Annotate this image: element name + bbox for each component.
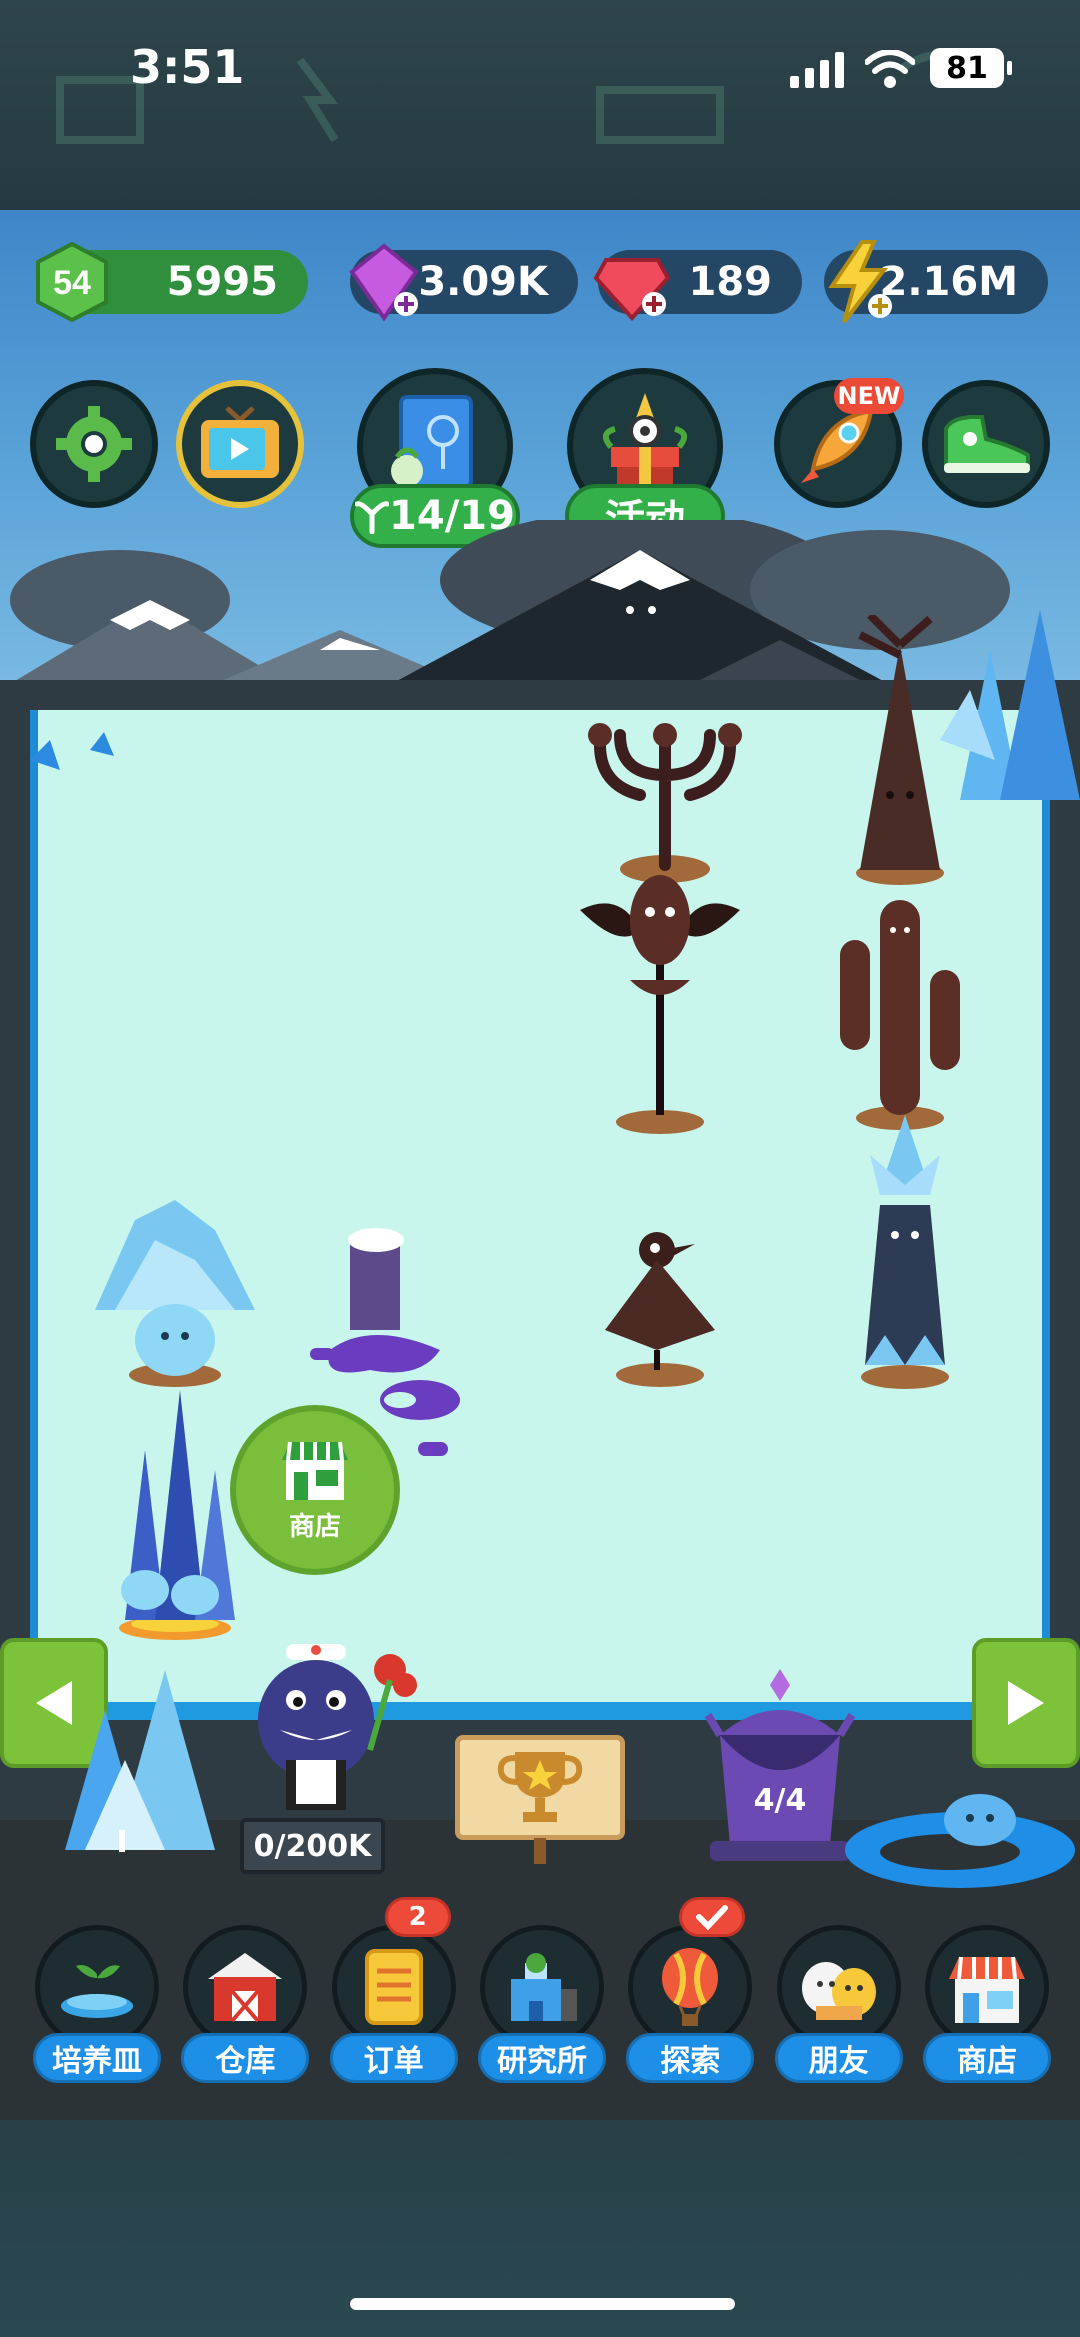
ice-trees-decoration — [65, 1670, 215, 1852]
home-indicator[interactable] — [350, 2298, 735, 2310]
dock-research-lab-circle — [479, 1925, 604, 2049]
ice-shards-decoration — [30, 732, 114, 770]
dock-friends-label: 朋友 — [774, 2033, 903, 2083]
ice-mushroom-plant[interactable] — [95, 1200, 255, 1390]
dock-explore-circle — [628, 1925, 753, 2049]
sneaker-icon — [944, 415, 1030, 473]
level-hexagon-icon: 54 — [36, 242, 108, 322]
red-gem-counter[interactable]: 189 — [593, 250, 802, 321]
barn-icon — [208, 1953, 283, 2023]
garden-shop-label: 商店 — [288, 1511, 341, 1542]
dock-explore[interactable]: 探索 — [625, 1897, 755, 2095]
video-ad-button[interactable] — [176, 380, 304, 508]
dock-friends[interactable]: 朋友 — [774, 1925, 904, 2095]
red-gem-icon — [593, 258, 671, 321]
dock-warehouse-circle — [183, 1925, 308, 2049]
trophy-sign-button[interactable] — [455, 1735, 625, 1840]
dock-orders[interactable]: 2 订单 — [329, 1897, 459, 2095]
orders-badge: 2 — [384, 1897, 451, 1937]
dock-shop[interactable]: 商店 — [922, 1925, 1052, 2095]
ice-tower-plant[interactable] — [850, 1115, 960, 1390]
shop-icon — [282, 1441, 348, 1500]
dock-friends-circle — [776, 1925, 901, 2049]
balloon-icon — [662, 1948, 719, 2026]
lightning-icon — [828, 240, 892, 324]
dock-explore-label: 探索 — [626, 2033, 755, 2083]
gear-icon — [56, 406, 132, 482]
background-pattern — [56, 51, 983, 144]
dock-research-lab[interactable]: 研究所 — [477, 1925, 607, 2095]
dock-orders-circle — [331, 1925, 456, 2049]
dark-tree-plant[interactable] — [840, 615, 960, 885]
dock-warehouse[interactable]: 仓库 — [180, 1925, 310, 2095]
order-scroll-icon — [364, 1949, 423, 2025]
maid-counter: 0/200K — [240, 1818, 385, 1874]
friends-icon — [801, 1962, 876, 2020]
purple-gem-icon — [349, 243, 419, 322]
purple-gem-value: 3.09K — [418, 259, 548, 305]
blue-crystal-plant[interactable] — [105, 1390, 245, 1640]
crow-plant[interactable] — [595, 1220, 725, 1390]
dock-research-lab-label: 研究所 — [477, 2033, 606, 2083]
status-time: 3:51 — [130, 40, 245, 94]
new-badge: NEW — [834, 378, 904, 414]
candelabra-plant[interactable] — [580, 705, 750, 885]
dock-shop-label: 商店 — [922, 2033, 1051, 2083]
dock-petri-dish-label: 培养皿 — [33, 2033, 161, 2083]
svg-text:54: 54 — [53, 264, 91, 302]
wifi-icon — [865, 50, 915, 88]
battery-icon: 81 — [930, 48, 1012, 88]
maid-monster-character[interactable] — [240, 1640, 420, 1820]
bat-plant[interactable] — [570, 860, 750, 1135]
dock-petri-dish-circle — [35, 1925, 159, 2049]
coins-value: 5995 — [166, 259, 278, 305]
purple-cage-monster[interactable] — [700, 1665, 860, 1865]
next-garden-button[interactable] — [972, 1638, 1080, 1768]
blue-slime-puddle[interactable] — [840, 1790, 1080, 1900]
tv-icon — [201, 406, 279, 478]
shop-icon — [948, 1956, 1025, 2023]
cage-counter: 4/4 — [753, 1782, 807, 1818]
dock-orders-label: 订单 — [329, 2033, 458, 2083]
cactus-plant[interactable] — [835, 890, 965, 1130]
explore-check-badge — [679, 1897, 746, 1937]
dock-warehouse-label: 仓库 — [181, 2033, 310, 2083]
petri-dish-icon — [61, 1965, 133, 2018]
purple-gem-counter[interactable]: 3.09K — [349, 243, 578, 322]
garden-shop-button[interactable]: 商店 — [230, 1405, 400, 1575]
energy-value: 2.16M — [879, 259, 1019, 305]
level-coins-counter[interactable]: 5995 54 — [36, 242, 308, 322]
dock-petri-dish[interactable]: 培养皿 — [32, 1925, 162, 2095]
dock-menu: 培养皿 仓库 2 订单 研究所 探索 朋友 商店 — [32, 1897, 1052, 2105]
lab-icon — [510, 1953, 577, 2021]
sign-post — [534, 1838, 546, 1864]
trophy-icon — [497, 1751, 583, 1822]
checkmark-icon — [696, 1905, 729, 1930]
signal-icon — [790, 52, 844, 88]
dock-shop-circle — [924, 1925, 1049, 2049]
status-bar: 3:51 81 — [0, 0, 1080, 210]
ice-crystal-cluster — [940, 610, 1080, 800]
settings-button[interactable] — [30, 380, 158, 508]
sneaker-button[interactable] — [922, 380, 1050, 508]
red-gem-value: 189 — [688, 259, 773, 305]
right-arrow-icon — [1008, 1681, 1044, 1725]
energy-counter[interactable]: 2.16M — [824, 240, 1048, 324]
